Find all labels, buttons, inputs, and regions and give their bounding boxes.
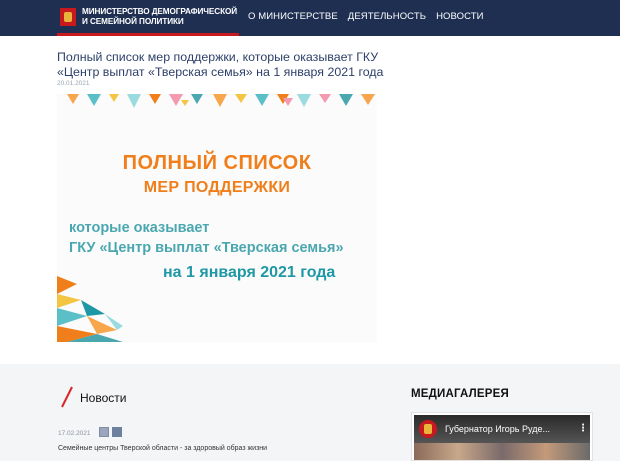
- main-nav: О МИНИСТЕРСТВЕ ДЕЯТЕЛЬНОСТЬ НОВОСТИ: [248, 0, 494, 32]
- article-banner-image[interactable]: ПОЛНЫЙ СПИСОК МЕР ПОДДЕРЖКИ которые оказ…: [57, 94, 377, 342]
- news-item-title[interactable]: Семейные центры Тверской области - за зд…: [58, 445, 267, 452]
- news-item-date: 17.02.2021: [58, 430, 91, 437]
- image-icon: [112, 427, 122, 437]
- channel-avatar-icon[interactable]: [419, 420, 437, 438]
- video-title-bar: Губернатор Игорь Руде... ⋮: [414, 415, 590, 443]
- media-gallery-title[interactable]: МЕДИАГАЛЕРЕЯ: [411, 388, 509, 400]
- banner-heading-2: МЕР ПОДДЕРЖКИ: [143, 179, 291, 196]
- banner-sub-1: которые оказывает: [69, 220, 210, 236]
- document-icon: [99, 427, 109, 437]
- article-date: 20.01.2021: [57, 80, 90, 87]
- banner-decoration: [57, 94, 375, 342]
- nav-news[interactable]: НОВОСТИ: [436, 11, 484, 22]
- article-title[interactable]: Полный список мер поддержки, которые ока…: [57, 50, 402, 80]
- banner-heading-1: ПОЛНЫЙ СПИСОК: [122, 152, 312, 174]
- coat-of-arms-icon: [60, 7, 76, 26]
- nav-about[interactable]: О МИНИСТЕРСТВЕ: [248, 11, 338, 22]
- news-section-title[interactable]: Новости: [80, 391, 126, 405]
- logo-text: МИНИСТЕРСТВО ДЕМОГРАФИЧЕСКОЙ И СЕМЕЙНОЙ …: [82, 6, 238, 26]
- video-title[interactable]: Губернатор Игорь Руде...: [445, 424, 550, 434]
- more-options-icon[interactable]: ⋮: [578, 423, 588, 434]
- banner-date-line: на 1 января 2021 года: [163, 264, 336, 281]
- nav-activity[interactable]: ДЕЯТЕЛЬНОСТЬ: [348, 11, 426, 22]
- ministry-logo[interactable]: МИНИСТЕРСТВО ДЕМОГРАФИЧЕСКОЙ И СЕМЕЙНОЙ …: [57, 0, 239, 36]
- top-header: МИНИСТЕРСТВО ДЕМОГРАФИЧЕСКОЙ И СЕМЕЙНОЙ …: [0, 0, 620, 36]
- banner-sub-2: ГКУ «Центр выплат «Тверская семья»: [69, 240, 344, 256]
- news-slash-icon: [61, 386, 73, 408]
- video-frame: [414, 443, 590, 460]
- video-player[interactable]: Губернатор Игорь Руде... ⋮: [411, 412, 593, 461]
- video-thumbnail[interactable]: Губернатор Игорь Руде... ⋮: [414, 415, 590, 460]
